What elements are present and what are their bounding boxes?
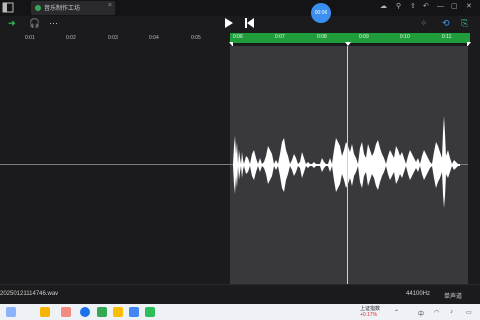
loop-icon[interactable]: ⟲ xyxy=(442,18,450,29)
store-icon[interactable] xyxy=(97,307,107,317)
ruler-tick: 0:04 xyxy=(149,35,159,41)
ruler-tick: 0:02 xyxy=(66,35,76,41)
stock-change: +0.17% xyxy=(360,312,378,318)
playhead-handle[interactable] xyxy=(345,42,351,46)
back-icon[interactable]: ↶ xyxy=(423,3,429,11)
app-menu-icon[interactable] xyxy=(2,2,14,13)
tab-label: 音乐制作工坊 xyxy=(44,6,81,12)
selection-tick: 0:07 xyxy=(275,34,285,40)
recording-badge[interactable]: 00:06 xyxy=(311,3,331,23)
os-taskbar: 上证指数 +0.17% ⌃ 中 ◠ ♪ ▭ xyxy=(0,304,480,320)
ruler-tick: 0:01 xyxy=(25,35,35,41)
export-icon[interactable]: ⎘ xyxy=(461,18,468,29)
selection-tick: 0:11 xyxy=(442,34,452,40)
audio-editor-window: 音乐制作工坊 × ☁ ⚲ ⇪ ↶ — ▢ ✕ ➜ 🎧 ··· ✧ ⟲ ⎘ 00:… xyxy=(0,0,480,320)
maximize-icon[interactable]: ▢ xyxy=(451,3,458,11)
toolbar: ➜ 🎧 ··· ✧ ⟲ ⎘ xyxy=(0,16,480,32)
more-menu-icon[interactable]: ··· xyxy=(49,18,58,29)
headphones-icon[interactable]: 🎧 xyxy=(29,18,40,29)
file-name: 20250121114746.wav xyxy=(0,291,59,297)
play-button[interactable] xyxy=(225,18,233,28)
selection-tick: 0:06 xyxy=(233,34,243,40)
app-icon xyxy=(35,5,41,11)
import-icon[interactable]: ➜ xyxy=(8,18,16,29)
title-bar: 音乐制作工坊 × ☁ ⚲ ⇪ ↶ — ▢ ✕ xyxy=(0,0,480,16)
stock-widget[interactable]: 上证指数 +0.17% xyxy=(360,306,380,318)
volume-icon[interactable]: ♪ xyxy=(450,309,453,315)
playhead-line[interactable] xyxy=(347,46,348,284)
close-icon[interactable]: ✕ xyxy=(466,3,472,11)
cloud-icon[interactable]: ☁ xyxy=(380,3,387,11)
sample-rate: 44100Hz xyxy=(406,291,431,297)
selection-tick: 0:09 xyxy=(359,34,369,40)
track-scroll-area[interactable] xyxy=(468,46,480,284)
status-bar: 20250121114746.wav 44100Hz 单声道 xyxy=(0,284,480,304)
selection-tick: 0:10 xyxy=(400,34,410,40)
ruler-tick: 0:03 xyxy=(108,35,118,41)
ruler-tick: 0:05 xyxy=(191,35,201,41)
skip-to-start-button[interactable] xyxy=(245,18,254,28)
effects-icon[interactable]: ✧ xyxy=(420,18,428,29)
app-icon-taskbar[interactable] xyxy=(129,307,139,317)
selection-tick: 0:08 xyxy=(317,34,327,40)
channel-mode: 单声道 xyxy=(444,294,463,300)
tab-editor[interactable]: 音乐制作工坊 × xyxy=(31,1,115,15)
audio-app-taskbar-icon[interactable] xyxy=(145,307,155,317)
edge-icon[interactable] xyxy=(80,307,90,317)
battery-icon[interactable]: ▭ xyxy=(466,309,472,316)
start-icon[interactable] xyxy=(6,307,16,317)
waveform xyxy=(233,116,460,208)
notes-icon[interactable] xyxy=(113,307,123,317)
minimize-icon[interactable]: — xyxy=(437,3,444,11)
browser-icon[interactable] xyxy=(61,307,71,317)
tray-chevron-icon[interactable]: ⌃ xyxy=(394,309,399,316)
input-method-icon[interactable]: 中 xyxy=(418,309,424,318)
wifi-icon[interactable]: ◠ xyxy=(434,309,439,316)
folder-icon[interactable] xyxy=(40,307,50,317)
pin-icon[interactable]: ⚲ xyxy=(396,3,401,11)
tab-close-icon[interactable]: × xyxy=(108,2,112,9)
share-icon[interactable]: ⇪ xyxy=(410,3,416,11)
